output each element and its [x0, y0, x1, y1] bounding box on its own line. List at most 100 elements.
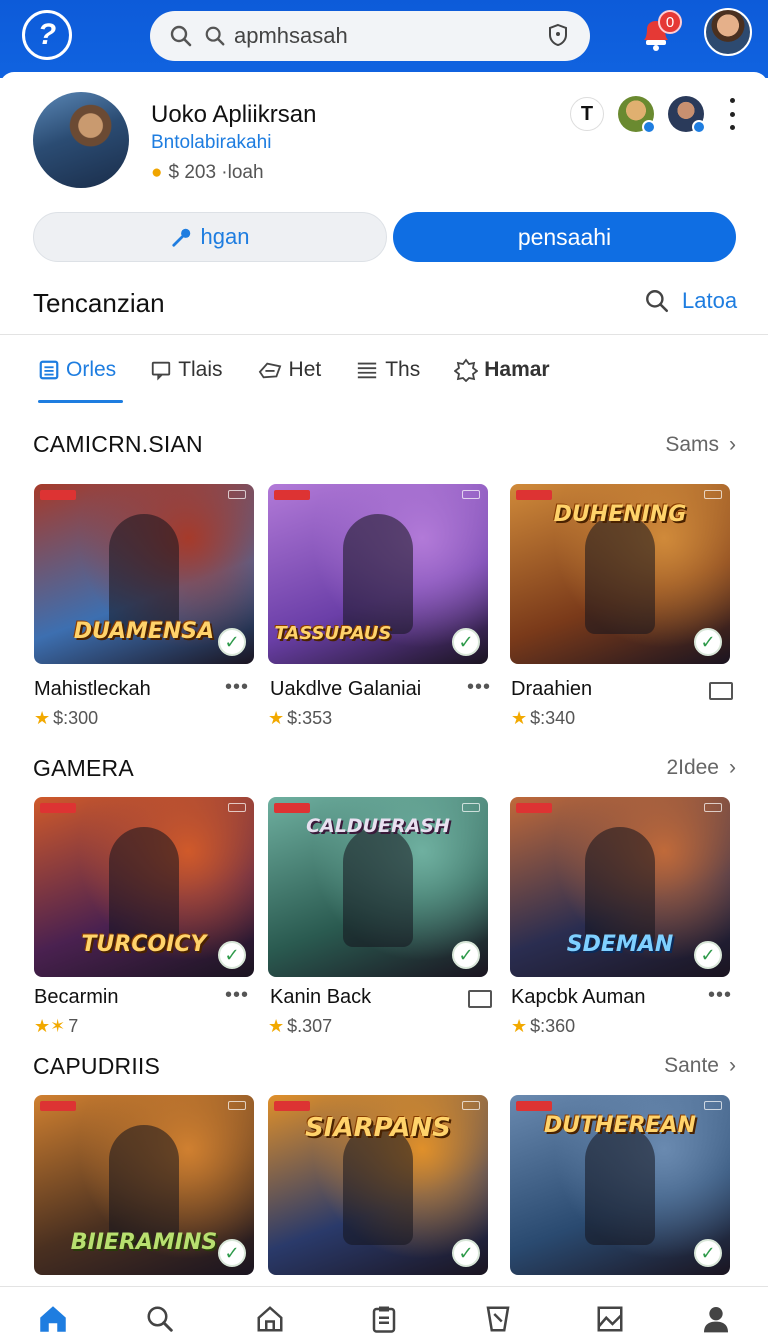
game-price-value: $:300: [53, 708, 99, 728]
search-icon: [168, 23, 194, 49]
tab-ths[interactable]: Ths: [355, 352, 420, 388]
section-search-label: Latoa: [682, 288, 738, 313]
tag-badge: [704, 1101, 722, 1110]
profile-chip[interactable]: T: [570, 97, 604, 131]
more-options-icon[interactable]: •••: [708, 984, 732, 1007]
verified-icon: [692, 120, 706, 134]
more-options-icon[interactable]: •••: [467, 676, 491, 699]
category-title: CAPUDRIIS: [33, 1053, 161, 1079]
profile-avatar[interactable]: [33, 92, 129, 188]
nav-search[interactable]: [140, 1299, 180, 1339]
tag-badge: [40, 1101, 76, 1111]
friend-avatar-1[interactable]: [618, 96, 656, 134]
cup-icon: [486, 1306, 510, 1332]
game-logo: SIARPANS: [305, 1113, 451, 1143]
tab-tlais[interactable]: Tlais: [150, 352, 223, 388]
secondary-action-button[interactable]: hgan: [33, 212, 387, 262]
calendar-icon[interactable]: [709, 682, 733, 700]
tag-badge: [516, 1101, 552, 1111]
shield-icon[interactable]: [546, 23, 572, 49]
tab-het[interactable]: Het: [257, 352, 321, 388]
nav-profile[interactable]: [696, 1299, 736, 1339]
artwork-figure: [109, 1125, 179, 1245]
profile-handle[interactable]: Bntolabirakahi: [151, 132, 271, 154]
help-icon[interactable]: ?: [22, 10, 72, 60]
star-icon: ★: [34, 708, 51, 728]
chevron-right-icon: ›: [729, 1054, 736, 1077]
store-icon: [257, 1306, 283, 1332]
game-tile[interactable]: DUTHEREAN ✓: [510, 1095, 730, 1275]
friend-avatar-2[interactable]: [668, 96, 706, 134]
artwork-figure: [109, 514, 179, 634]
tab-orles[interactable]: Orles: [38, 352, 116, 388]
nav-clipboard[interactable]: [364, 1299, 404, 1339]
star-icon: ★: [511, 1016, 528, 1036]
game-name[interactable]: Kapcbk Auman: [511, 986, 646, 1009]
category-see-all[interactable]: 2Idee ›: [666, 756, 736, 780]
notification-button[interactable]: 0: [636, 10, 682, 60]
game-tile[interactable]: SIARPANS ✓: [268, 1095, 488, 1275]
game-tile[interactable]: DUHENING ✓: [510, 484, 730, 664]
nav-home[interactable]: [33, 1299, 73, 1339]
tag-badge: [228, 1101, 246, 1110]
game-tile[interactable]: BIIERAMINS ✓: [34, 1095, 254, 1275]
more-options-icon[interactable]: •••: [225, 984, 249, 1007]
star-icon: ★: [268, 1016, 285, 1036]
more-options-icon[interactable]: •••: [225, 676, 249, 699]
game-price-value: $:360: [530, 1016, 576, 1036]
lines-icon: [358, 362, 377, 379]
search-icon: [147, 1306, 173, 1332]
tab-hamar[interactable]: Hamar: [454, 352, 550, 388]
game-tile[interactable]: SDEMAN ✓: [510, 797, 730, 977]
see-all-label: Sante: [664, 1054, 719, 1077]
check-icon: ✓: [218, 628, 246, 656]
tag-badge: [704, 803, 722, 812]
category-see-all[interactable]: Sante ›: [664, 1054, 736, 1078]
nav-cup[interactable]: [478, 1299, 518, 1339]
game-name[interactable]: Mahistleckah: [34, 678, 151, 701]
artwork-figure: [109, 827, 179, 947]
tab-label: Ths: [385, 358, 421, 381]
game-name[interactable]: Draahien: [511, 678, 592, 701]
game-name[interactable]: Uakdlve Galaniai: [270, 678, 421, 701]
tag-badge: [40, 490, 76, 500]
divider: [0, 334, 768, 335]
nav-store[interactable]: [250, 1299, 290, 1339]
tag-icon: [258, 362, 281, 379]
nav-gallery[interactable]: [590, 1299, 630, 1339]
section-title: Tencanzian: [33, 288, 165, 318]
game-name[interactable]: Becarmin: [34, 986, 118, 1009]
tag-badge: [462, 1101, 480, 1110]
tag-badge: [274, 803, 310, 813]
profile-coins: ● $ 203 ·loah: [151, 162, 264, 184]
game-tile[interactable]: CALDUERASH ✓: [268, 797, 488, 977]
see-all-label: Sams: [665, 433, 719, 456]
calendar-icon[interactable]: [468, 990, 492, 1008]
check-icon: ✓: [694, 628, 722, 656]
game-tile[interactable]: TURCOICY ✓: [34, 797, 254, 977]
list-icon: [39, 360, 59, 380]
primary-action-button[interactable]: pensaahi: [393, 212, 736, 262]
check-icon: ✓: [452, 628, 480, 656]
avatar[interactable]: [704, 8, 752, 56]
category-see-all[interactable]: Sams ›: [665, 433, 736, 457]
secondary-action-label: hgan: [200, 224, 250, 249]
game-name[interactable]: Kanin Back: [270, 986, 371, 1009]
game-logo: DUHENING: [553, 502, 687, 527]
notification-badge: 0: [658, 10, 682, 34]
tag-badge: [40, 803, 76, 813]
game-price: ★ $:360: [511, 1016, 575, 1037]
coin-icon: ●: [151, 162, 163, 183]
tab-label: Orles: [66, 358, 117, 381]
tag-badge: [704, 490, 722, 499]
search-icon: [646, 290, 669, 313]
section-search-button[interactable]: Latoa: [644, 288, 737, 314]
game-tile[interactable]: DUAMENSA ✓: [34, 484, 254, 664]
game-price-value: $:353: [287, 708, 333, 728]
check-icon: ✓: [452, 941, 480, 969]
more-options-icon[interactable]: [722, 98, 742, 130]
search-input[interactable]: apmhsasah: [234, 23, 546, 49]
see-all-label: 2Idee: [666, 756, 719, 779]
game-tile[interactable]: TASSUPAUS ✓: [268, 484, 488, 664]
search-bar[interactable]: apmhsasah: [150, 11, 590, 61]
